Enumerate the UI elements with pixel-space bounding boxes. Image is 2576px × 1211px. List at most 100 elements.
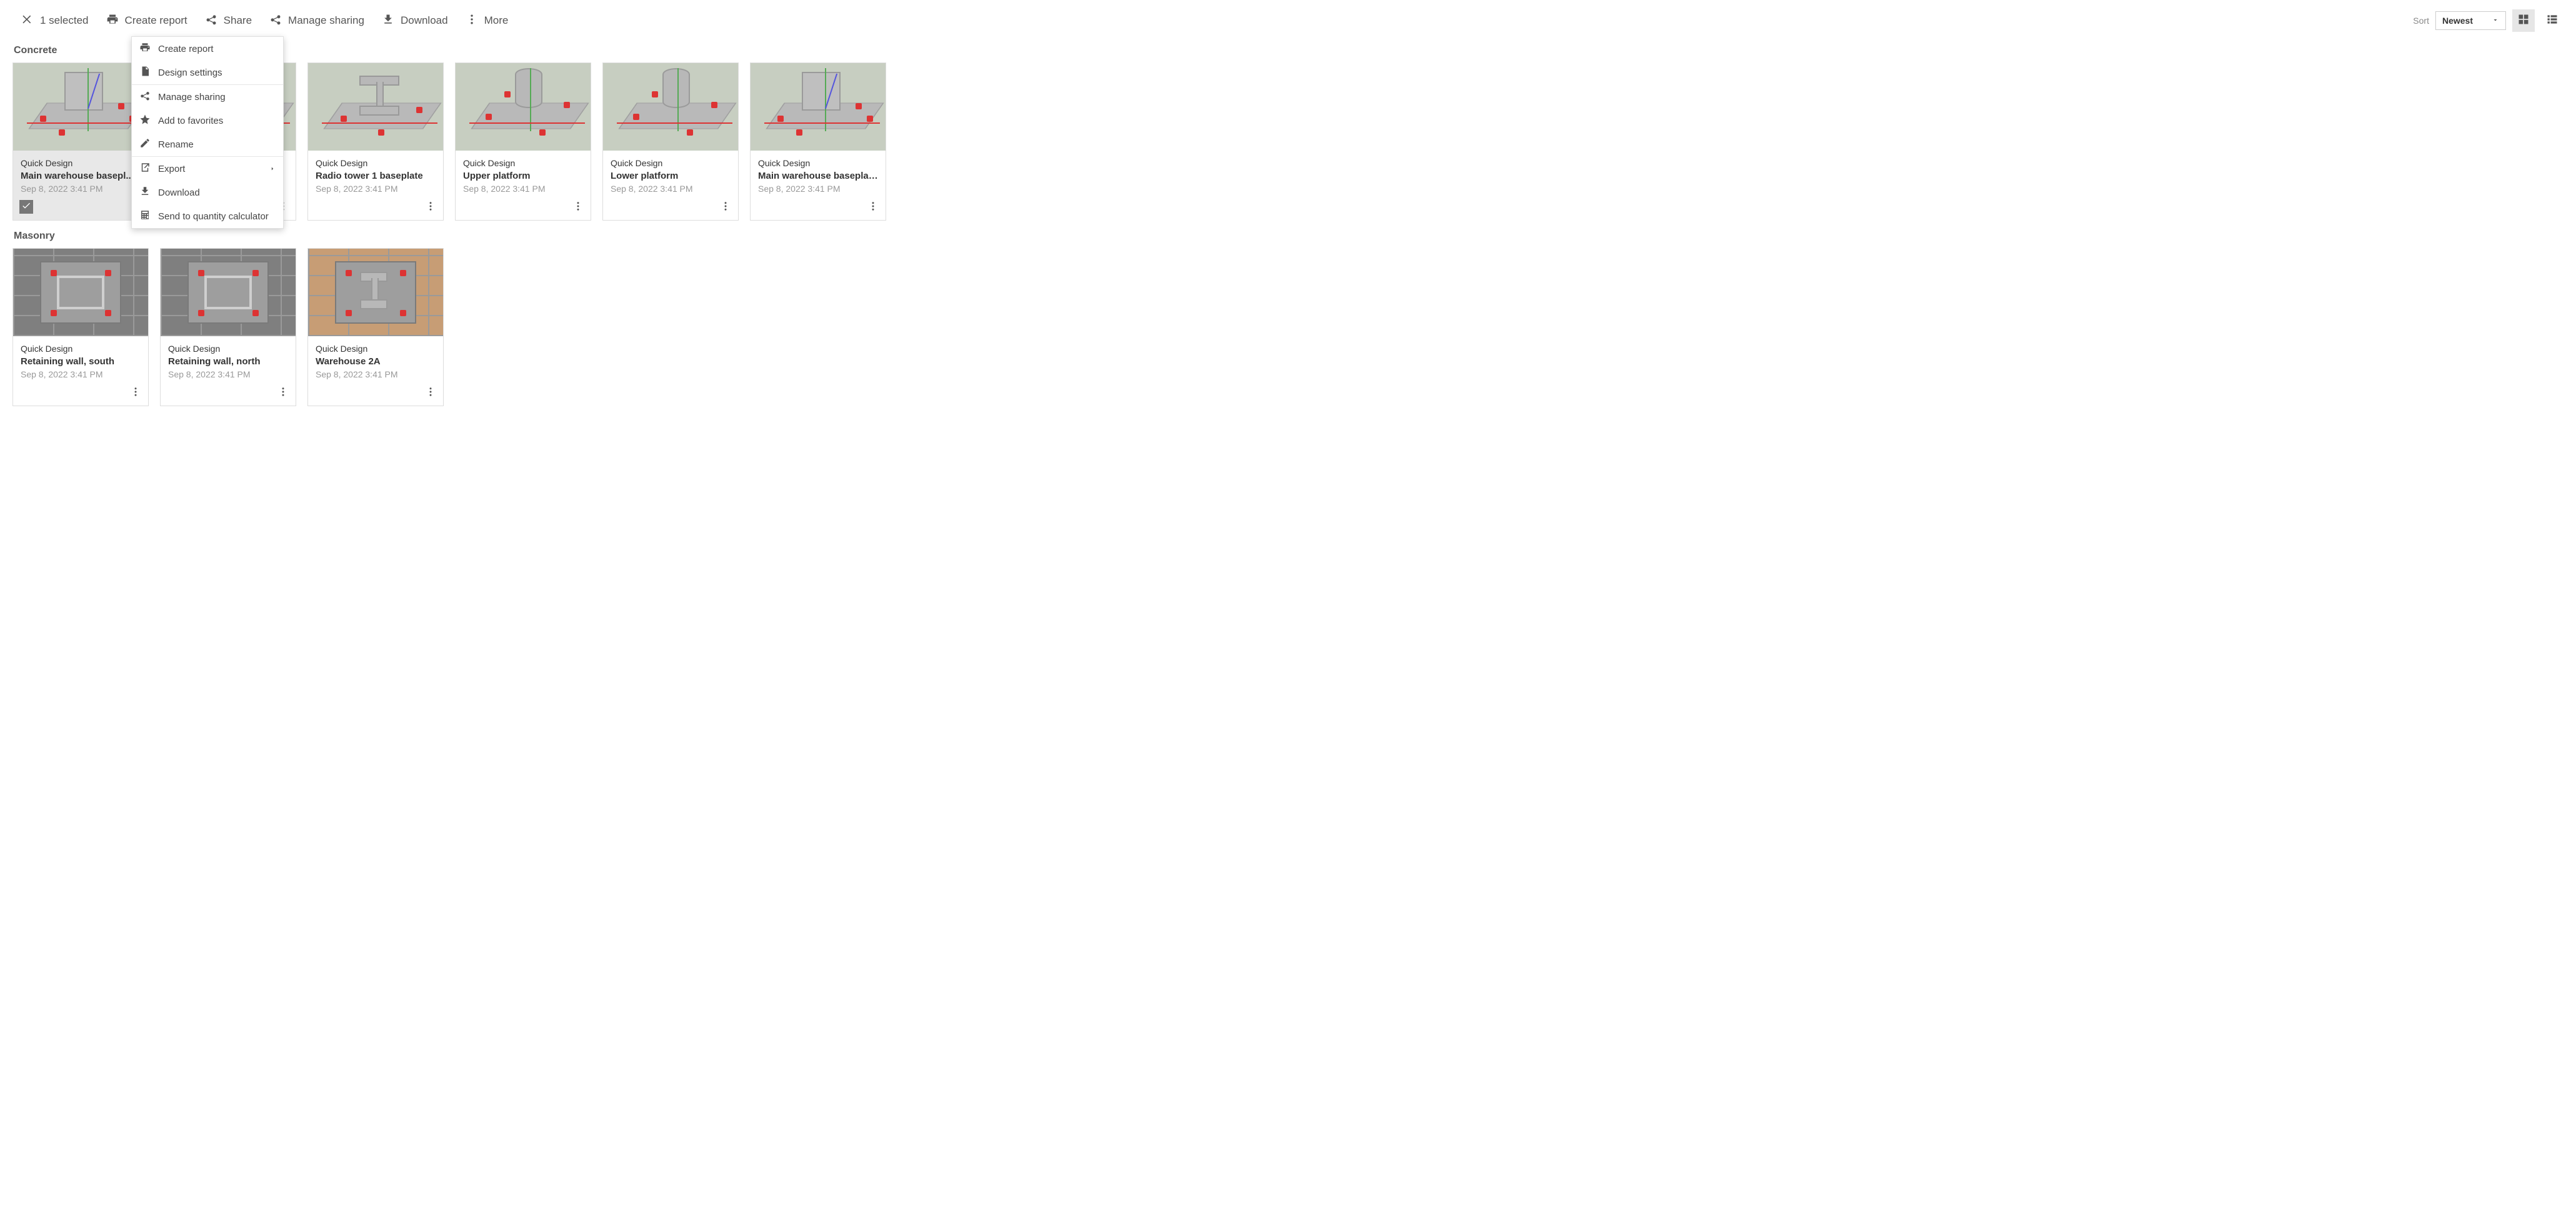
card-more-button[interactable] [422,199,439,216]
more-vertical-icon [425,201,436,215]
download-icon [139,186,151,199]
design-card[interactable]: Quick DesignUpper platformSep 8, 2022 3:… [455,62,591,221]
sort-label: Sort [2413,16,2429,26]
card-date-label: Sep 8, 2022 3:41 PM [316,369,436,379]
list-icon [2546,13,2559,29]
more-vertical-icon [572,201,584,215]
card-title-label: Radio tower 1 baseplate [316,171,436,181]
manage-sharing-label: Manage sharing [288,14,364,27]
card-more-button[interactable] [717,199,734,216]
star-icon [139,114,151,127]
card-thumbnail [161,249,296,336]
share-icon [139,90,151,104]
design-card[interactable]: Quick Design Retaining wall, south Sep 8, … [12,248,149,406]
create-report-button[interactable]: Create report [97,6,196,35]
card-thumbnail [13,63,148,151]
design-card[interactable]: Quick DesignMain warehouse basepl...Sep … [12,62,149,221]
dd-design-settings[interactable]: Design settings [132,61,283,84]
dd-rename[interactable]: Rename [132,132,283,156]
manage-sharing-button[interactable]: Manage sharing [261,6,373,35]
card-thumbnail [13,249,148,336]
design-card[interactable]: Quick DesignLower platformSep 8, 2022 3:… [602,62,739,221]
dd-create-report[interactable]: Create report [132,37,283,61]
card-date-label: Sep 8, 2022 3:41 PM [21,369,141,379]
dd-rename-label: Rename [158,139,194,150]
card-thumbnail [456,63,591,151]
chevron-right-icon [269,164,276,174]
card-thumbnail [308,63,443,151]
view-grid-button[interactable] [2512,9,2535,32]
share-label: Share [224,14,252,27]
dd-manage-sharing-label: Manage sharing [158,92,226,102]
card-more-button[interactable] [422,384,439,402]
card-more-button[interactable] [864,199,882,216]
download-label: Download [401,14,448,27]
design-card[interactable]: Quick Design Radio tower 1 baseplate Sep 8… [307,62,444,221]
card-thumbnail [751,63,886,151]
sort-select[interactable]: Newest [2435,11,2506,30]
dd-download-label: Download [158,187,200,198]
card-title-label: Retaining wall, south [21,356,141,367]
card-type-label: Quick Design [21,158,141,168]
sort-selected-value: Newest [2442,16,2473,26]
dd-design-settings-label: Design settings [158,67,222,78]
share-button[interactable]: Share [196,6,261,35]
dd-download[interactable]: Download [132,181,283,204]
card-title-label: Upper platform [463,171,583,181]
card-title-label: Main warehouse baseplat... [758,171,878,181]
card-date-label: Sep 8, 2022 3:41 PM [758,184,878,194]
document-icon [139,66,151,79]
selection-toolbar: 1 selected Create report Share Manage sh… [12,6,2564,35]
card-more-button[interactable] [274,384,292,402]
dd-export[interactable]: Export [132,157,283,181]
download-button[interactable]: Download [373,6,457,35]
design-card[interactable]: Quick DesignRetaining wall, northSep 8, … [160,248,296,406]
more-dropdown: Create report Design settings Manage sha… [131,36,284,229]
calculator-icon [139,209,151,223]
chevron-down-icon [2492,16,2499,26]
export-icon [139,162,151,176]
dd-add-to-favorites[interactable]: Add to favorites [132,109,283,132]
card-thumbnail [603,63,738,151]
dd-send-to-qc-label: Send to quantity calculator [158,211,269,222]
more-button[interactable]: More [457,6,517,35]
design-card[interactable]: Quick Design Warehouse 2A Sep 8, 2022 3:41… [307,248,444,406]
print-icon [106,13,119,29]
card-type-label: Quick Design [21,344,141,354]
more-vertical-icon [867,201,879,215]
grid-icon [2517,13,2530,29]
section-title: Concrete [14,45,2564,56]
dd-send-to-quantity-calculator[interactable]: Send to quantity calculator [132,204,283,228]
view-list-button[interactable] [2541,9,2564,32]
card-more-button[interactable] [569,199,587,216]
card-title-label: Lower platform [611,171,731,181]
card-type-label: Quick Design [316,344,436,354]
section-title: Masonry [14,231,2564,242]
more-vertical-icon [425,386,436,401]
check-icon [21,201,31,214]
print-icon [139,42,151,56]
more-vertical-icon [466,13,478,29]
card-date-label: Sep 8, 2022 3:41 PM [316,184,436,194]
card-more-button[interactable] [127,384,144,402]
design-card[interactable]: Quick DesignMain warehouse baseplat...Se… [750,62,886,221]
card-selected-checkbox[interactable] [19,200,33,214]
more-vertical-icon [720,201,731,215]
dd-add-to-favorites-label: Add to favorites [158,116,223,126]
card-title-label: Warehouse 2A [316,356,436,367]
download-icon [382,13,394,29]
close-selection-button[interactable]: 1 selected [12,6,97,35]
dd-create-report-label: Create report [158,44,213,54]
create-report-label: Create report [125,14,187,27]
dd-manage-sharing[interactable]: Manage sharing [132,85,283,109]
card-date-label: Sep 8, 2022 3:41 PM [168,369,288,379]
share-icon [269,13,282,29]
content-area: ConcreteQuick DesignMain warehouse basep… [12,45,2564,406]
card-title-label: Retaining wall, north [168,356,288,367]
card-type-label: Quick Design [316,158,436,168]
card-date-label: Sep 8, 2022 3:41 PM [21,184,141,194]
card-type-label: Quick Design [463,158,583,168]
close-icon [21,13,34,29]
more-vertical-icon [130,386,141,401]
more-vertical-icon [277,386,289,401]
